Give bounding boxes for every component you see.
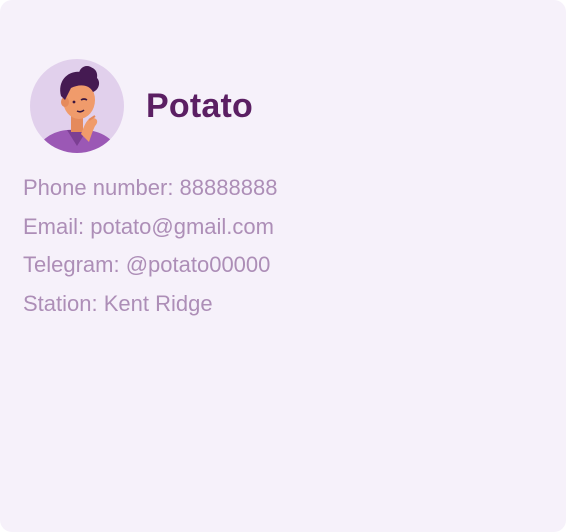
profile-name: Potato — [146, 86, 253, 125]
profile-details: Phone number: 88888888 Email: potato@gma… — [23, 169, 277, 323]
email-text: Email: potato@gmail.com — [23, 213, 274, 239]
profile-header: Potato — [29, 56, 253, 156]
telegram-text: Telegram: @potato00000 — [23, 252, 271, 277]
avatar — [30, 59, 124, 153]
phone-number-text: Phone number: 88888888 — [23, 175, 278, 200]
profile-card: Potato Phone number: 88888888 Email: pot… — [0, 0, 566, 532]
station-text: Station: Kent Ridge — [23, 290, 213, 316]
